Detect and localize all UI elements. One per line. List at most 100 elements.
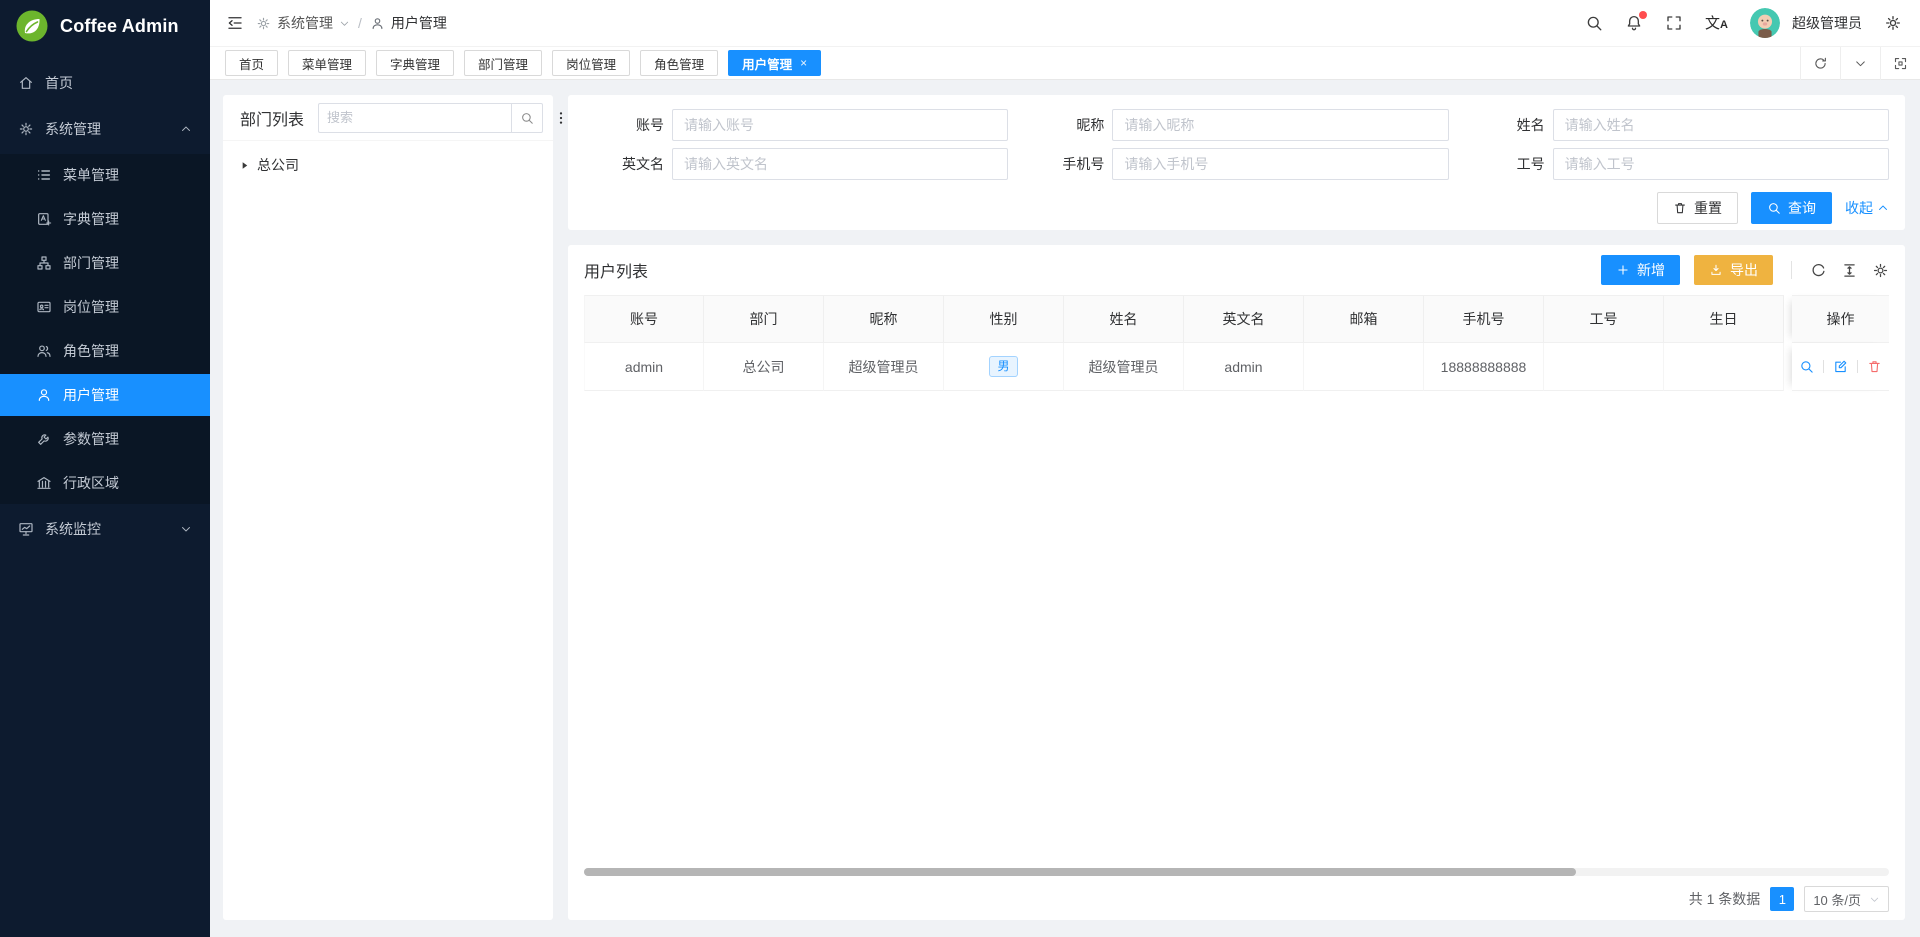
field-label: 昵称 — [1008, 115, 1112, 135]
cell-dept: 总公司 — [704, 343, 824, 391]
app-logo[interactable]: Coffee Admin — [0, 0, 210, 52]
field-label: 姓名 — [1449, 115, 1553, 135]
pagination-page-1[interactable]: 1 — [1770, 887, 1794, 911]
sidebar-item-role-mgmt[interactable]: 角色管理 — [0, 330, 210, 372]
tab-label: 菜单管理 — [302, 54, 352, 73]
export-button[interactable]: 导出 — [1694, 255, 1773, 285]
fullscreen-icon[interactable] — [1665, 14, 1683, 32]
sidebar-item-user-mgmt[interactable]: 用户管理 — [0, 374, 210, 416]
current-user-name[interactable]: 超级管理员 — [1792, 13, 1862, 33]
tab-role-mgmt[interactable]: 角色管理 — [640, 50, 718, 76]
column-header: 账号 — [584, 295, 704, 343]
sidebar-item-post-mgmt[interactable]: 岗位管理 — [0, 286, 210, 328]
row-height-icon[interactable] — [1841, 262, 1858, 279]
refresh-icon[interactable] — [1800, 47, 1840, 80]
field-label: 账号 — [568, 115, 672, 135]
tab-post-mgmt[interactable]: 岗位管理 — [552, 50, 630, 76]
tab-label: 字典管理 — [390, 54, 440, 73]
sidebar-item-home[interactable]: 首页 — [0, 62, 210, 104]
sidebar-item-label: 首页 — [45, 73, 73, 93]
add-user-button[interactable]: 新增 — [1601, 255, 1680, 285]
breadcrumb-text: 用户管理 — [391, 13, 447, 33]
column-header: 性别 — [944, 295, 1064, 343]
breadcrumb-level1[interactable]: 系统管理 — [256, 13, 350, 33]
tab-user-mgmt[interactable]: 用户管理 × — [728, 50, 821, 76]
tree-node-root[interactable]: 总公司 — [239, 151, 537, 179]
gender-badge: 男 — [989, 356, 1017, 376]
nickname-input[interactable] — [1112, 109, 1448, 141]
cell-nickname: 超级管理员 — [824, 343, 944, 391]
column-settings-gear-icon[interactable] — [1872, 262, 1889, 279]
name-input[interactable] — [1553, 109, 1889, 141]
page-size-select[interactable]: 10 条/页 — [1804, 886, 1889, 912]
tab-dept-mgmt[interactable]: 部门管理 — [464, 50, 542, 76]
horizontal-scrollbar-thumb[interactable] — [584, 868, 1576, 876]
tab-home[interactable]: 首页 — [225, 50, 278, 76]
tab-dict-mgmt[interactable]: 字典管理 — [376, 50, 454, 76]
menu-fold-icon[interactable] — [226, 14, 244, 32]
department-search-input[interactable] — [318, 103, 511, 133]
search-icon[interactable] — [1585, 14, 1603, 32]
sidebar-item-dict-mgmt[interactable]: 字典管理 — [0, 198, 210, 240]
field-account: 账号 — [568, 109, 1008, 141]
breadcrumb-level2[interactable]: 用户管理 — [370, 13, 447, 33]
settings-gear-icon[interactable] — [1884, 14, 1902, 32]
translate-icon[interactable]: 文A — [1705, 16, 1728, 31]
more-vertical-icon[interactable] — [553, 110, 569, 126]
cell-phone: 18888888888 — [1424, 343, 1544, 391]
notification-bell-icon[interactable] — [1625, 14, 1643, 32]
translate-primary-glyph: 文 — [1705, 16, 1720, 31]
tab-actions — [1800, 47, 1920, 80]
field-label: 英文名 — [568, 154, 672, 174]
department-panel: 部门列表 总公司 — [223, 95, 553, 920]
dictionary-icon — [36, 211, 52, 227]
chevron-up-icon — [180, 123, 192, 135]
pagination-total: 共 1 条数据 — [1689, 889, 1761, 909]
table-toolbar: 新增 导出 — [1601, 255, 1889, 285]
breadcrumb-separator: / — [358, 15, 362, 31]
work-no-input[interactable] — [1553, 148, 1889, 180]
edit-icon[interactable] — [1833, 359, 1848, 374]
sidebar-menu: 首页 系统管理 菜单管理 字典管理 部门管理 岗位管理 — [0, 52, 210, 550]
phone-input[interactable] — [1112, 148, 1448, 180]
sidebar-submenu-system: 菜单管理 字典管理 部门管理 岗位管理 角色管理 用户管理 — [0, 154, 210, 504]
tab-close-icon[interactable]: × — [800, 56, 807, 70]
field-work-no: 工号 — [1449, 148, 1889, 180]
field-english-name: 英文名 — [568, 148, 1008, 180]
sidebar-item-label: 用户管理 — [63, 385, 119, 405]
wrench-icon — [36, 431, 52, 447]
sidebar-item-admin-region[interactable]: 行政区域 — [0, 462, 210, 504]
breadcrumb-text: 系统管理 — [277, 13, 333, 33]
avatar[interactable] — [1750, 8, 1780, 38]
chevron-down-icon[interactable] — [1840, 47, 1880, 80]
delete-trash-icon[interactable] — [1867, 359, 1882, 374]
export-label: 导出 — [1730, 260, 1758, 280]
roles-people-icon — [36, 343, 52, 359]
account-input[interactable] — [672, 109, 1008, 141]
add-label: 新增 — [1637, 260, 1665, 280]
field-label: 工号 — [1449, 154, 1553, 174]
tab-label: 岗位管理 — [566, 54, 616, 73]
reset-label: 重置 — [1694, 198, 1722, 218]
translate-secondary-glyph: A — [1720, 20, 1728, 31]
caret-right-icon[interactable] — [239, 160, 250, 171]
user-list-card: 用户列表 新增 导出 账号 部门 昵称 性别 — [568, 245, 1905, 920]
sidebar-item-menu-mgmt[interactable]: 菜单管理 — [0, 154, 210, 196]
sidebar-item-param-mgmt[interactable]: 参数管理 — [0, 418, 210, 460]
query-button[interactable]: 查询 — [1751, 192, 1832, 224]
content-fullscreen-icon[interactable] — [1880, 47, 1920, 80]
tab-menu-mgmt[interactable]: 菜单管理 — [288, 50, 366, 76]
pagination: 共 1 条数据 1 10 条/页 — [584, 878, 1889, 920]
sidebar-group-system-mgmt[interactable]: 系统管理 — [0, 108, 210, 150]
refresh-icon[interactable] — [1810, 262, 1827, 279]
collapse-form-link[interactable]: 收起 — [1845, 198, 1889, 218]
chevron-up-icon — [1877, 202, 1889, 214]
sidebar-group-system-monitor[interactable]: 系统监控 — [0, 508, 210, 550]
department-search-button[interactable] — [511, 103, 543, 133]
sidebar-item-dept-mgmt[interactable]: 部门管理 — [0, 242, 210, 284]
column-header: 生日 — [1664, 295, 1784, 343]
view-detail-icon[interactable] — [1799, 359, 1814, 374]
english-name-input[interactable] — [672, 148, 1008, 180]
id-card-icon — [36, 299, 52, 315]
reset-button[interactable]: 重置 — [1657, 192, 1738, 224]
